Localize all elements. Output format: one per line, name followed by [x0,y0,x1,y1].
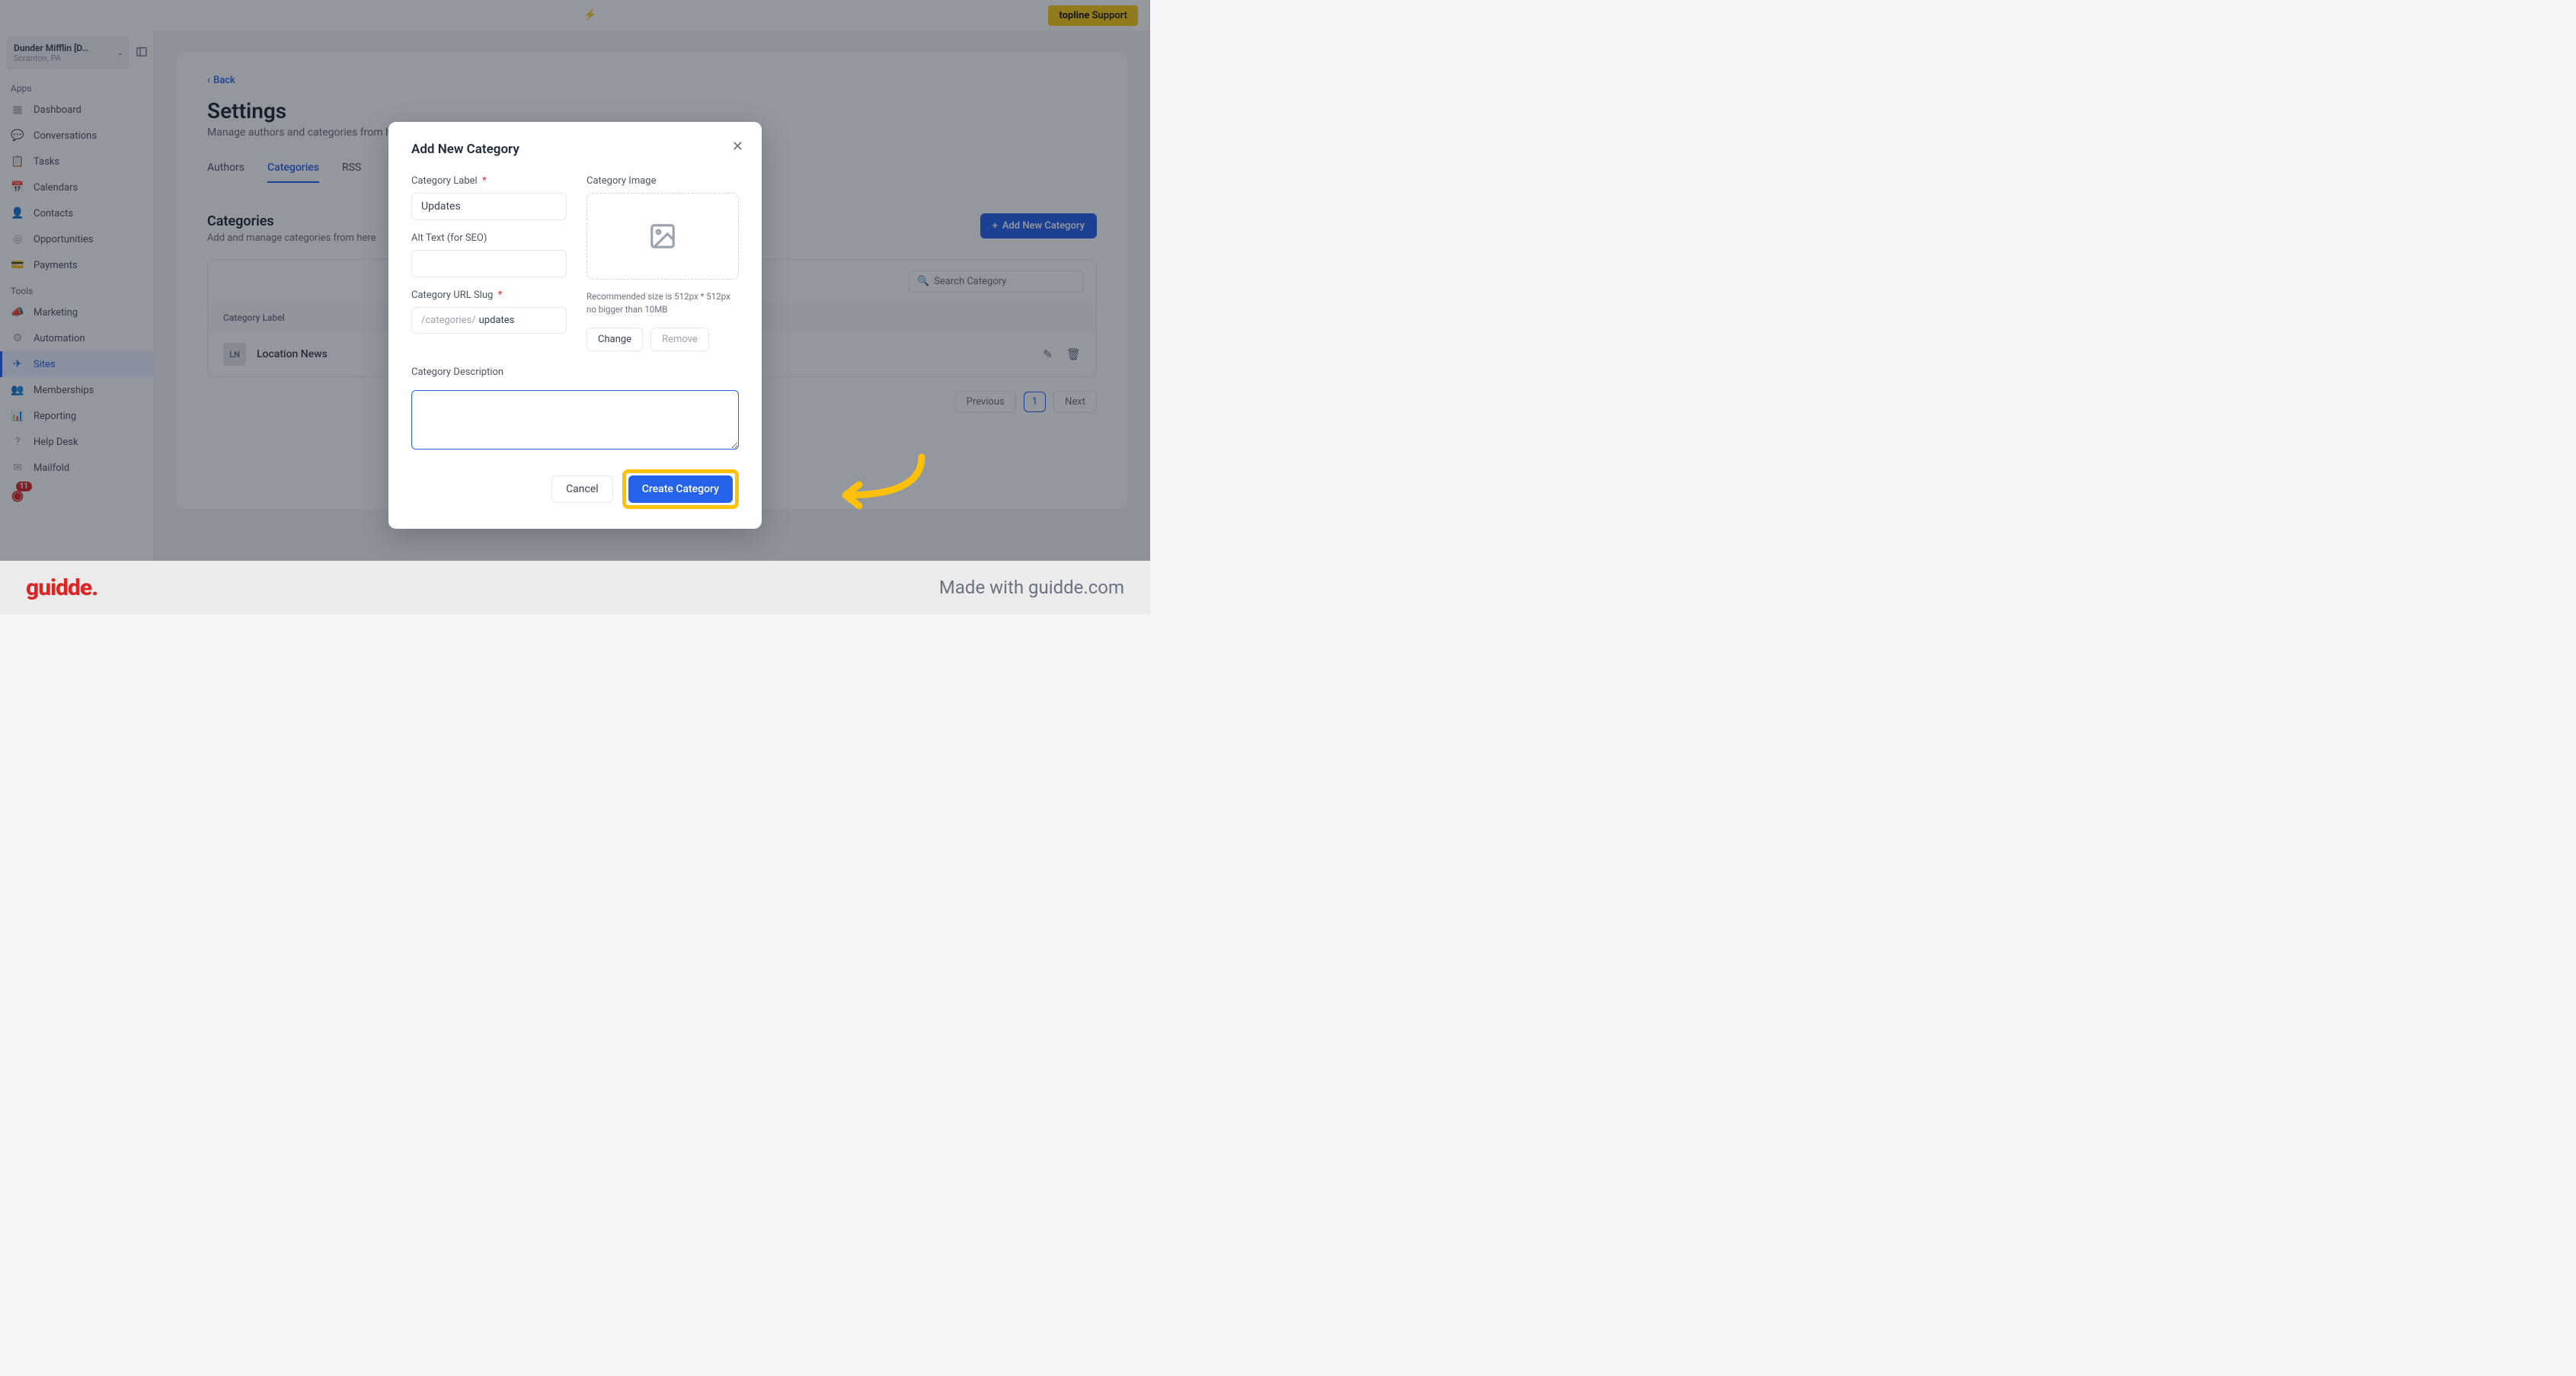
slug-field-label: Category URL Slug * [411,290,567,301]
modal-title: Add New Category [411,142,739,157]
label-field-label: Category Label * [411,175,567,187]
made-with-text: Made with guidde.com [939,577,1124,598]
desc-field-label: Category Description [411,366,739,378]
category-label-input[interactable] [411,193,567,220]
guidde-logo: guidde. [26,574,97,601]
alt-text-input[interactable] [411,250,567,277]
slug-input[interactable]: /categories/ updates [411,307,567,334]
highlight-annotation: Create Category [622,469,739,509]
image-placeholder-icon [648,222,677,251]
slug-value: updates [479,315,515,326]
cancel-button[interactable]: Cancel [551,475,613,503]
image-field-label: Category Image [586,175,739,187]
alt-field-label: Alt Text (for SEO) [411,232,567,244]
change-image-button[interactable]: Change [586,328,643,351]
footer-bar: guidde. Made with guidde.com [0,561,1150,614]
slug-prefix: /categories/ [421,315,476,326]
image-note: Recommended size is 512px * 512px no big… [586,290,739,317]
remove-image-button[interactable]: Remove [650,328,709,351]
create-category-button[interactable]: Create Category [628,475,733,503]
close-icon[interactable]: ✕ [732,139,743,155]
add-category-modal: Add New Category ✕ Category Label * Alt … [388,122,762,529]
image-dropzone[interactable] [586,193,739,280]
description-textarea[interactable] [411,390,739,450]
